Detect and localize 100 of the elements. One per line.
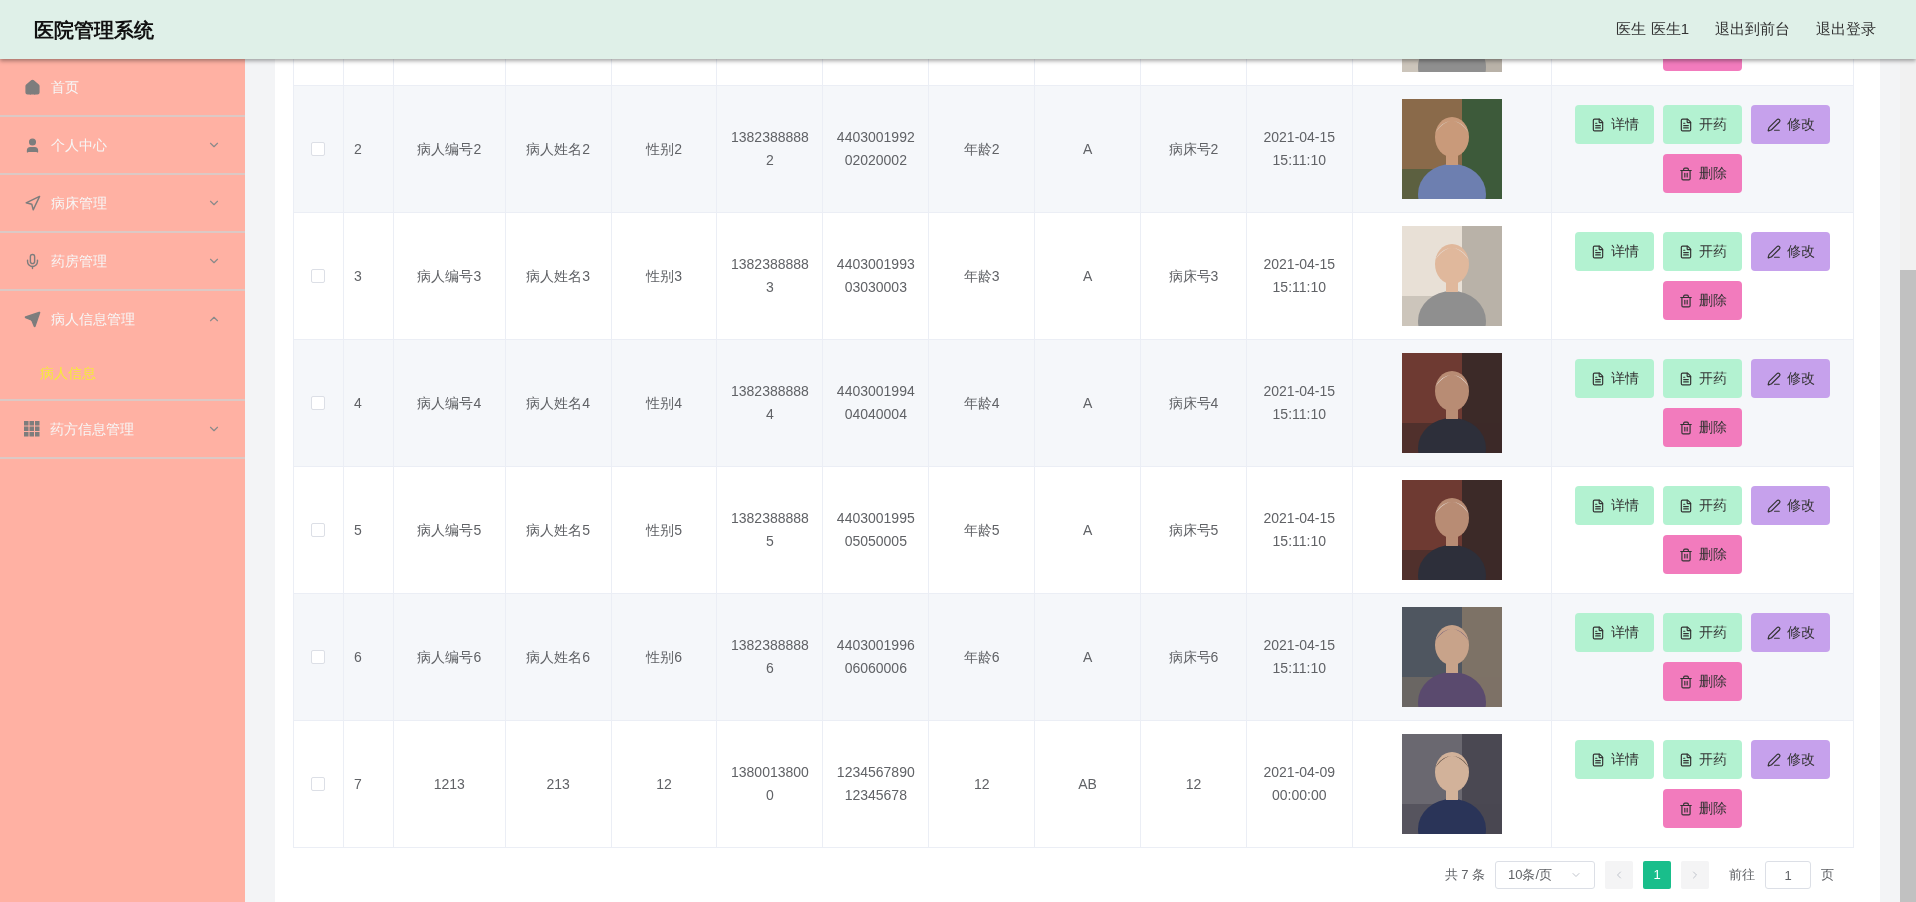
table-cell-text: A [1082,266,1093,286]
pen-icon [1766,752,1781,767]
scrollbar[interactable] [1900,59,1916,902]
paper-plane-icon [24,310,41,328]
delete-button[interactable]: 删除 [1663,662,1743,701]
table-cell-text: 13823888883 [730,255,810,297]
table-cell-text: 13800138000 [730,763,810,805]
trash-icon [1678,166,1693,181]
table-cell-text: 病床号3 [1168,266,1219,286]
trash-icon [1678,674,1693,689]
row-checkbox[interactable] [311,650,326,664]
table-cell-text: 440300199202020002 [835,128,916,170]
delete-button[interactable]: 删除 [1663,281,1743,320]
previous-page-button[interactable] [1605,861,1633,889]
delete-button[interactable]: 删除 [1663,154,1743,193]
table-cell-text: 病人编号3 [417,266,482,286]
trash-icon [1678,293,1693,308]
edit-button[interactable]: 修改 [1751,613,1831,652]
table-cell-text: 2021-04-15 15:11:10 [1262,255,1337,297]
pen-icon [1766,371,1781,386]
grid-icon [24,421,40,437]
row-checkbox[interactable] [311,523,326,537]
table-cell-text: 5 [353,520,362,540]
document-icon [1590,625,1605,640]
delete-button[interactable]: 删除 [1663,535,1743,574]
delete-button[interactable] [1663,59,1743,71]
table-cell-text: A [1082,520,1093,540]
table-cell-text: 病床号2 [1168,139,1219,159]
edit-button[interactable]: 修改 [1751,105,1831,144]
table-cell-text: 性别6 [646,647,682,667]
table-cell-text: 440300199606060006 [835,636,916,678]
edit-button[interactable]: 修改 [1751,486,1831,525]
trash-icon [1678,801,1693,816]
trash-icon [1678,420,1693,435]
table-cell-text: 年龄3 [963,266,1000,286]
goto-page-field[interactable]: 1 [1765,861,1811,889]
edit-button[interactable]: 修改 [1751,359,1831,398]
document-icon [1678,244,1693,259]
row-checkbox[interactable] [311,142,326,156]
prescribe-button[interactable]: 开药 [1663,105,1743,144]
detail-button[interactable]: 详情 [1575,232,1655,271]
table-cell-text: 病人编号6 [417,647,482,667]
table-cell-text: 2 [353,139,362,159]
table-cell-text: 1213 [433,774,465,794]
navigation-icon [24,194,41,212]
table-cell-text: 12 [656,774,672,794]
table-cell-text: 年龄2 [963,139,1000,159]
detail-button[interactable]: 详情 [1575,105,1655,144]
row-checkbox[interactable] [311,777,326,791]
detail-button[interactable]: 详情 [1575,613,1655,652]
table-cell-text: 2021-04-09 00:00:00 [1262,763,1337,805]
table-cell-text: 3 [353,266,362,286]
document-icon [1678,498,1693,513]
edit-button[interactable]: 修改 [1751,232,1831,271]
table-cell-text: 2021-04-15 15:11:10 [1262,636,1337,678]
total-count: 共 7 条 [1444,866,1485,885]
table-cell-text: 年龄5 [963,520,1000,540]
goto-suffix: 页 [1821,866,1834,885]
header-link[interactable]: 退出登录 [1816,18,1876,41]
table-cell-text: 病床号4 [1168,393,1219,413]
table-cell-text: A [1082,139,1093,159]
table-cell-text: 2021-04-15 15:11:10 [1262,128,1337,170]
table-cell-text: 病人编号4 [417,393,482,413]
table-cell-text: 病人姓名5 [526,520,591,540]
table-cell-text: 13823888884 [730,382,810,424]
app-title: 医院管理系统 [34,17,154,43]
next-page-button[interactable] [1681,861,1709,889]
table-cell-text: 病人姓名2 [526,139,591,159]
table-cell-text: 12 [1185,774,1202,794]
table-cell-text: 440300199505050005 [835,509,916,551]
page-size-select[interactable]: 10条/页 [1495,861,1595,889]
pen-icon [1766,244,1781,259]
prescribe-button[interactable]: 开药 [1663,486,1743,525]
table-cell-text: 病人姓名3 [526,266,591,286]
detail-button[interactable]: 详情 [1575,740,1655,779]
delete-button[interactable]: 删除 [1663,408,1743,447]
detail-button[interactable]: 详情 [1575,486,1655,525]
table-cell-text: 病人姓名6 [526,647,591,667]
prescribe-button[interactable]: 开药 [1663,359,1743,398]
detail-button[interactable]: 详情 [1575,359,1655,398]
table-cell-text: 2021-04-15 15:11:10 [1262,382,1337,424]
table-cell-text: 6 [353,647,362,667]
row-checkbox[interactable] [311,396,326,410]
document-icon [1590,117,1605,132]
edit-button[interactable]: 修改 [1751,740,1831,779]
prescribe-button[interactable]: 开药 [1663,613,1743,652]
trash-icon [1678,547,1693,562]
table-cell-text: 7 [353,774,362,794]
table-cell-text: 性别4 [646,393,682,413]
table-cell-text: 病床号6 [1168,647,1219,667]
prescribe-button[interactable]: 开药 [1663,740,1743,779]
table-cell-text: 病人姓名4 [526,393,591,413]
header-link[interactable]: 退出到前台 [1715,18,1790,41]
delete-button[interactable]: 删除 [1663,789,1743,828]
prescribe-button[interactable]: 开药 [1663,232,1743,271]
document-icon [1678,625,1693,640]
table-cell-text: 13823888882 [730,128,810,170]
row-checkbox[interactable] [311,269,326,283]
table-cell-text: 性别5 [646,520,682,540]
table-cell-text: 性别3 [646,266,682,286]
